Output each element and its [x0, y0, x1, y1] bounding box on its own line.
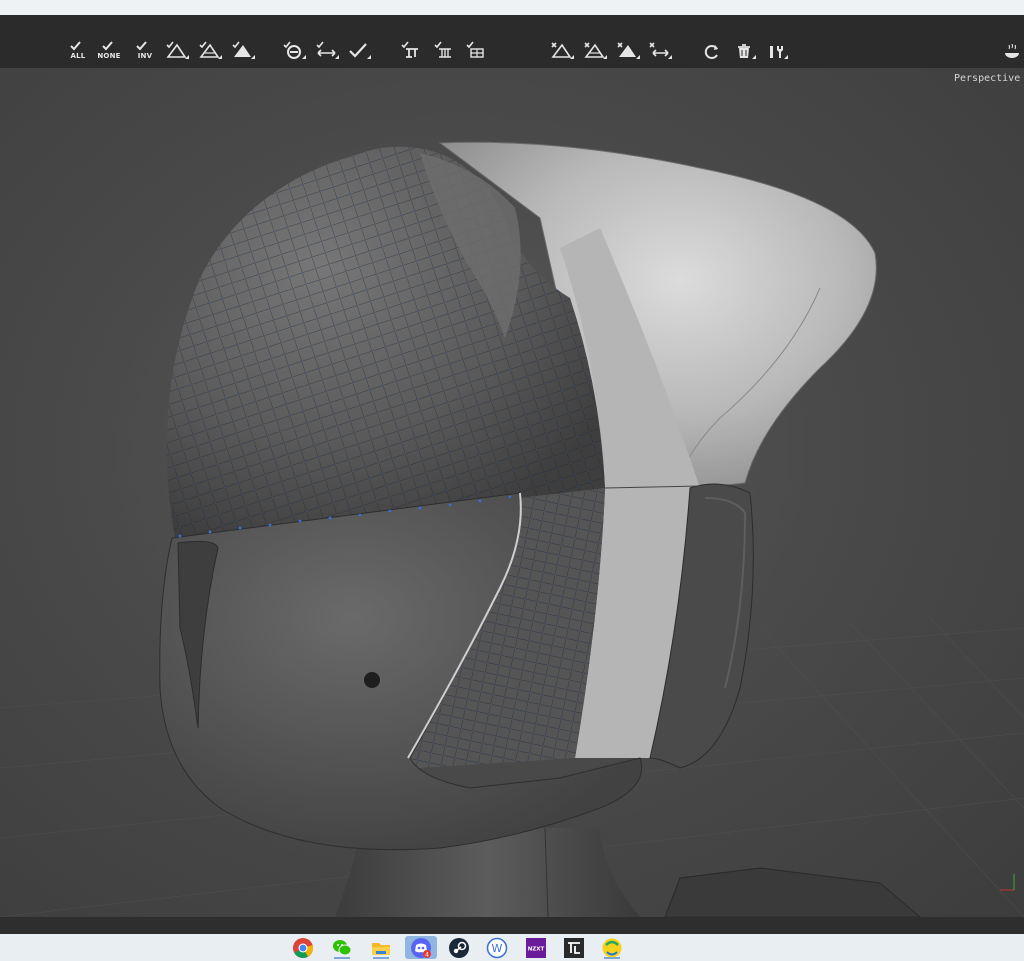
wrench-screwdriver-icon: [770, 46, 788, 59]
view-mode-label[interactable]: Perspective: [954, 73, 1024, 84]
select-connected-button[interactable]: [163, 37, 191, 63]
ring-select-icon: [434, 41, 451, 58]
windows-taskbar: 4 W NZXT: [0, 934, 1024, 961]
tools-button[interactable]: [762, 37, 790, 63]
selection-toolbar: ALL NONE INV: [0, 15, 1024, 68]
3d-viewport[interactable]: Perspective: [0, 68, 1024, 917]
checkmark-icon: [349, 43, 371, 59]
refresh-button[interactable]: [697, 37, 725, 63]
render-settings-button[interactable]: [998, 37, 1024, 63]
file-explorer-icon[interactable]: [369, 936, 393, 959]
tc-app-icon[interactable]: [562, 936, 586, 959]
window-top-strip: [0, 0, 1024, 15]
nzxt-icon[interactable]: NZXT: [524, 936, 548, 959]
discord-badge: 4: [425, 951, 429, 958]
steaming-bowl-icon: [1005, 43, 1019, 58]
delete-button[interactable]: [730, 37, 758, 63]
status-bar: [0, 917, 1024, 934]
trash-icon: [738, 44, 756, 59]
select-edges-button[interactable]: [398, 37, 426, 63]
triangle-filled-check-icon: [232, 41, 255, 59]
triangle-outline-icon: [551, 42, 574, 59]
yellow-app-icon[interactable]: [600, 936, 624, 959]
deselect-boundary-button[interactable]: [581, 37, 609, 63]
grid-select-icon: [466, 41, 484, 58]
select-none-button[interactable]: NONE: [95, 37, 123, 63]
select-none-label: NONE: [97, 52, 121, 60]
triangle-outline-check-icon: [166, 41, 189, 59]
deselect-faces-button[interactable]: [614, 37, 642, 63]
triangle-outline-icon: [584, 42, 607, 59]
select-boundary-button[interactable]: [196, 37, 224, 63]
svg-text:NZXT: NZXT: [528, 946, 545, 952]
select-loop-button[interactable]: [280, 37, 308, 63]
w-app-icon[interactable]: W: [485, 936, 509, 959]
deselect-connected-button[interactable]: [548, 37, 576, 63]
wechat-icon[interactable]: [330, 936, 354, 959]
triangle-filled-icon: [617, 42, 640, 59]
modeling-app-window: ALL NONE INV Perspective: [0, 15, 1024, 917]
chrome-icon[interactable]: [291, 936, 315, 959]
select-invert-button[interactable]: INV: [131, 37, 159, 63]
select-grow-button[interactable]: [313, 37, 341, 63]
triangle-outline-check-icon: [199, 41, 222, 59]
edge-select-icon: [401, 41, 418, 58]
select-invert-label: INV: [137, 52, 153, 60]
shrink-arrows-icon: [649, 42, 672, 59]
select-ring-button[interactable]: [431, 37, 459, 63]
select-faces-button[interactable]: [229, 37, 257, 63]
active-indicator: [373, 957, 389, 959]
select-grid-button[interactable]: [463, 37, 491, 63]
grow-arrows-icon: [316, 41, 339, 59]
head-model-render: [0, 141, 1024, 917]
discord-icon[interactable]: 4: [405, 936, 437, 959]
refresh-icon: [704, 45, 718, 59]
loop-select-icon: [283, 41, 306, 59]
select-all-button[interactable]: ALL: [64, 37, 92, 63]
active-indicator: [334, 957, 350, 959]
select-all-label: ALL: [70, 52, 86, 60]
active-indicator: [604, 957, 620, 959]
deselect-grow-button[interactable]: [646, 37, 674, 63]
steam-icon[interactable]: [447, 936, 471, 959]
select-check-button[interactable]: [345, 37, 373, 63]
svg-text:W: W: [492, 942, 503, 955]
